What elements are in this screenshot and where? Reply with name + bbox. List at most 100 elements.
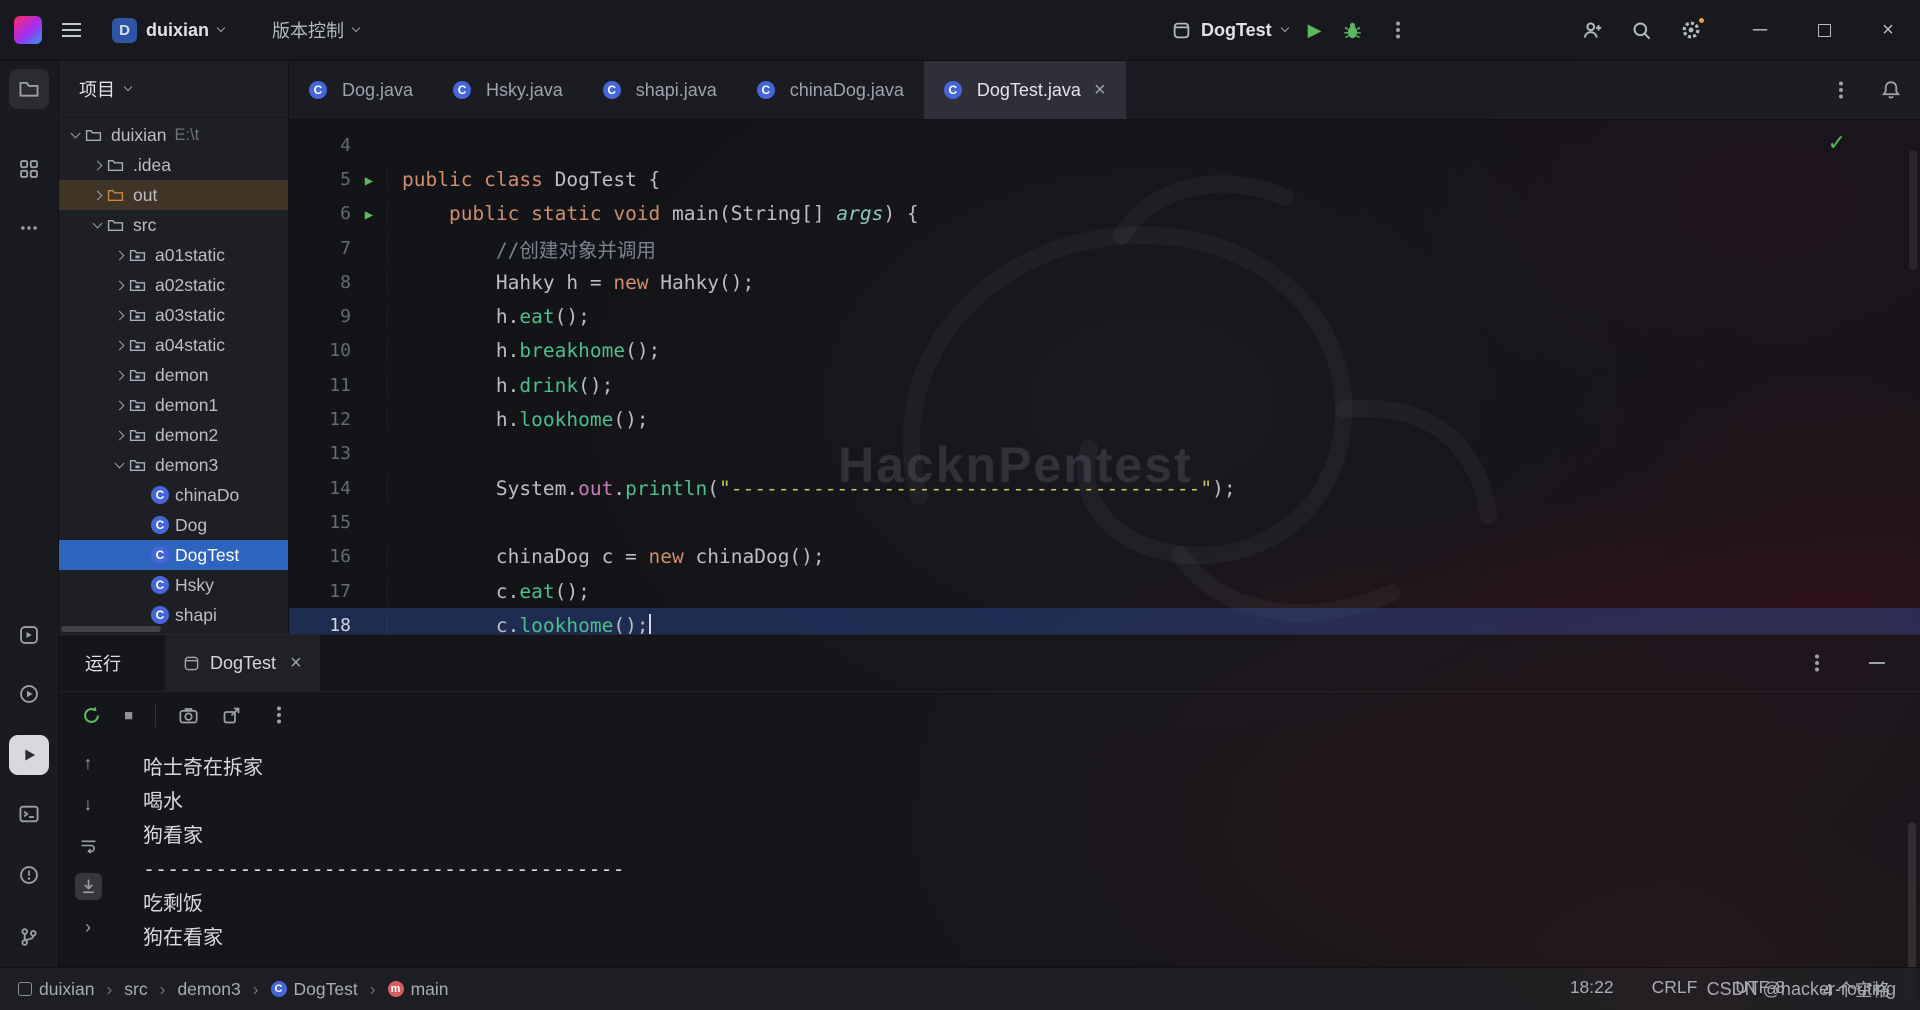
editor-tab[interactable]: C DogTest.java ×: [923, 61, 1126, 119]
console-line: 哈士奇在拆家: [143, 755, 263, 779]
editor-scrollbar[interactable]: [1909, 150, 1917, 270]
code-line[interactable]: 14 System.out.println("-----------------…: [289, 471, 1920, 505]
rerun-button[interactable]: [81, 705, 102, 726]
services-toolwindow-button[interactable]: [9, 615, 49, 655]
line-number: 8: [340, 271, 351, 293]
project-toolwindow-button[interactable]: [9, 69, 49, 109]
tree-item[interactable]: C Dog: [59, 510, 288, 540]
expand-console-toolbar-button[interactable]: ›: [75, 914, 102, 941]
tree-item[interactable]: C DogTest: [59, 540, 288, 570]
code-line[interactable]: 13: [289, 437, 1920, 471]
tree-item[interactable]: src: [59, 210, 288, 240]
soft-wrap-button[interactable]: [75, 832, 102, 859]
horizontal-scrollbar[interactable]: [61, 626, 161, 632]
code-line[interactable]: 15: [289, 505, 1920, 539]
debug-button[interactable]: [1342, 20, 1363, 41]
tree-item[interactable]: duixian E:\t: [59, 120, 288, 150]
breadcrumb-item[interactable]: C DogTest: [270, 979, 358, 1000]
tree-item[interactable]: demon2: [59, 420, 288, 450]
tab-options-button[interactable]: [1826, 75, 1856, 105]
minimize-button[interactable]: ─: [1728, 0, 1792, 61]
tree-item[interactable]: a02static: [59, 270, 288, 300]
code-line[interactable]: 10 h.breakhome();: [289, 334, 1920, 368]
tree-item-label: out: [133, 184, 158, 205]
structure-toolwindow-button[interactable]: [9, 149, 49, 189]
terminal-toolwindow-button[interactable]: [9, 794, 49, 834]
editor-tab[interactable]: Cshapi.java: [583, 61, 737, 119]
search-everywhere-button[interactable]: [1631, 20, 1652, 41]
close-tab-icon[interactable]: ×: [1094, 79, 1106, 102]
code-text: c.lookhome();: [387, 613, 651, 634]
editor-tab[interactable]: C Hsky.java: [433, 61, 583, 119]
tree-item[interactable]: .idea: [59, 150, 288, 180]
console-more-button[interactable]: [264, 700, 294, 730]
vcs-widget[interactable]: 版本控制: [272, 17, 361, 43]
next-occurrence-button[interactable]: ↓: [75, 791, 102, 818]
status-item[interactable]: CRLF: [1652, 977, 1698, 1002]
tree-item[interactable]: out: [59, 180, 288, 210]
project-panel-header[interactable]: 项目: [59, 61, 288, 118]
code-line[interactable]: 16 chinaDog c = new chinaDog();: [289, 540, 1920, 574]
run-toolwindow-button[interactable]: [9, 735, 49, 775]
editor-tab[interactable]: CchinaDog.java: [737, 61, 924, 119]
code-line[interactable]: 9 h.eat();: [289, 299, 1920, 333]
tree-chevron-slot: [109, 250, 129, 260]
tree-item[interactable]: demon1: [59, 390, 288, 420]
code-line[interactable]: 5 ▶ public class DogTest {: [289, 162, 1920, 196]
run-more-actions-button[interactable]: [1383, 15, 1413, 45]
editor-tab[interactable]: C Dog.java: [289, 61, 433, 119]
chevron-right-icon: [92, 160, 102, 170]
code-line[interactable]: 6 ▶ public static void main(String[] args…: [289, 197, 1920, 231]
code-with-me-button[interactable]: [1582, 20, 1603, 41]
class-icon: C: [151, 606, 169, 624]
status-item[interactable]: 18:22: [1570, 977, 1614, 1002]
run-button[interactable]: ▶: [1308, 20, 1322, 41]
code-editor[interactable]: 4 5 ▶ public class DogTest {6 ▶ public stati…: [289, 120, 1920, 634]
settings-button[interactable]: [1680, 16, 1706, 41]
code-line[interactable]: 4: [289, 128, 1920, 162]
scroll-to-end-button[interactable]: [74, 873, 102, 900]
tree-item[interactable]: a03static: [59, 300, 288, 330]
close-window-button[interactable]: ×: [1856, 0, 1920, 61]
hide-run-panel-button[interactable]: [1862, 648, 1892, 678]
close-run-tab-icon[interactable]: ×: [290, 652, 302, 675]
maximize-button[interactable]: [1792, 0, 1856, 61]
prev-occurrence-button[interactable]: ↑: [75, 750, 102, 777]
run-anything-button[interactable]: [9, 674, 49, 714]
code-line[interactable]: 18 c.lookhome();: [289, 608, 1920, 634]
version-control-toolwindow-button[interactable]: [9, 917, 49, 957]
code-line[interactable]: 8 Hahky h = new Hahky();: [289, 265, 1920, 299]
run-panel-options-button[interactable]: [1802, 648, 1832, 678]
inspections-ok-widget[interactable]: ✓: [1828, 130, 1846, 156]
code-line[interactable]: 11 h.drink();: [289, 368, 1920, 402]
code-line[interactable]: 12 h.lookhome();: [289, 402, 1920, 436]
run-configuration-selector[interactable]: DogTest: [1172, 20, 1289, 41]
breadcrumb-item[interactable]: src: [124, 979, 147, 1000]
breadcrumb-item[interactable]: duixian: [18, 979, 94, 1000]
tree-item[interactable]: CchinaDo: [59, 480, 288, 510]
run-line-icon[interactable]: ▶: [365, 207, 373, 223]
breadcrumb-item[interactable]: demon3: [177, 979, 240, 1000]
code-line[interactable]: 7 //创建对象并调用: [289, 231, 1920, 265]
code-line[interactable]: 17 c.eat();: [289, 574, 1920, 608]
tree-item[interactable]: C Hsky: [59, 570, 288, 600]
tab-label: Dog.java: [342, 79, 414, 100]
tree-item[interactable]: a04static: [59, 330, 288, 360]
tree-item[interactable]: demon: [59, 360, 288, 390]
console[interactable]: ↑ ↓ › 哈士奇在拆家 喝水 狗看家 -----------------------…: [59, 738, 1920, 1007]
tree-item[interactable]: demon3: [59, 450, 288, 480]
dump-threads-button[interactable]: [178, 705, 199, 726]
open-in-editor-button[interactable]: [221, 705, 242, 726]
notifications-bell-button[interactable]: [1880, 79, 1902, 101]
run-toolbar: ■: [59, 692, 1920, 738]
stop-button[interactable]: ■: [124, 707, 133, 724]
run-tab[interactable]: DogTest ×: [165, 635, 320, 691]
console-line: 喝水: [143, 789, 183, 813]
breadcrumb-item[interactable]: m main: [387, 979, 449, 1000]
main-menu-button[interactable]: [56, 15, 86, 45]
problems-toolwindow-button[interactable]: [9, 855, 49, 895]
tree-item[interactable]: a01static: [59, 240, 288, 270]
project-widget[interactable]: D duixian: [112, 17, 226, 43]
more-tool-windows-button[interactable]: [9, 208, 49, 248]
run-line-icon[interactable]: ▶: [365, 173, 373, 189]
